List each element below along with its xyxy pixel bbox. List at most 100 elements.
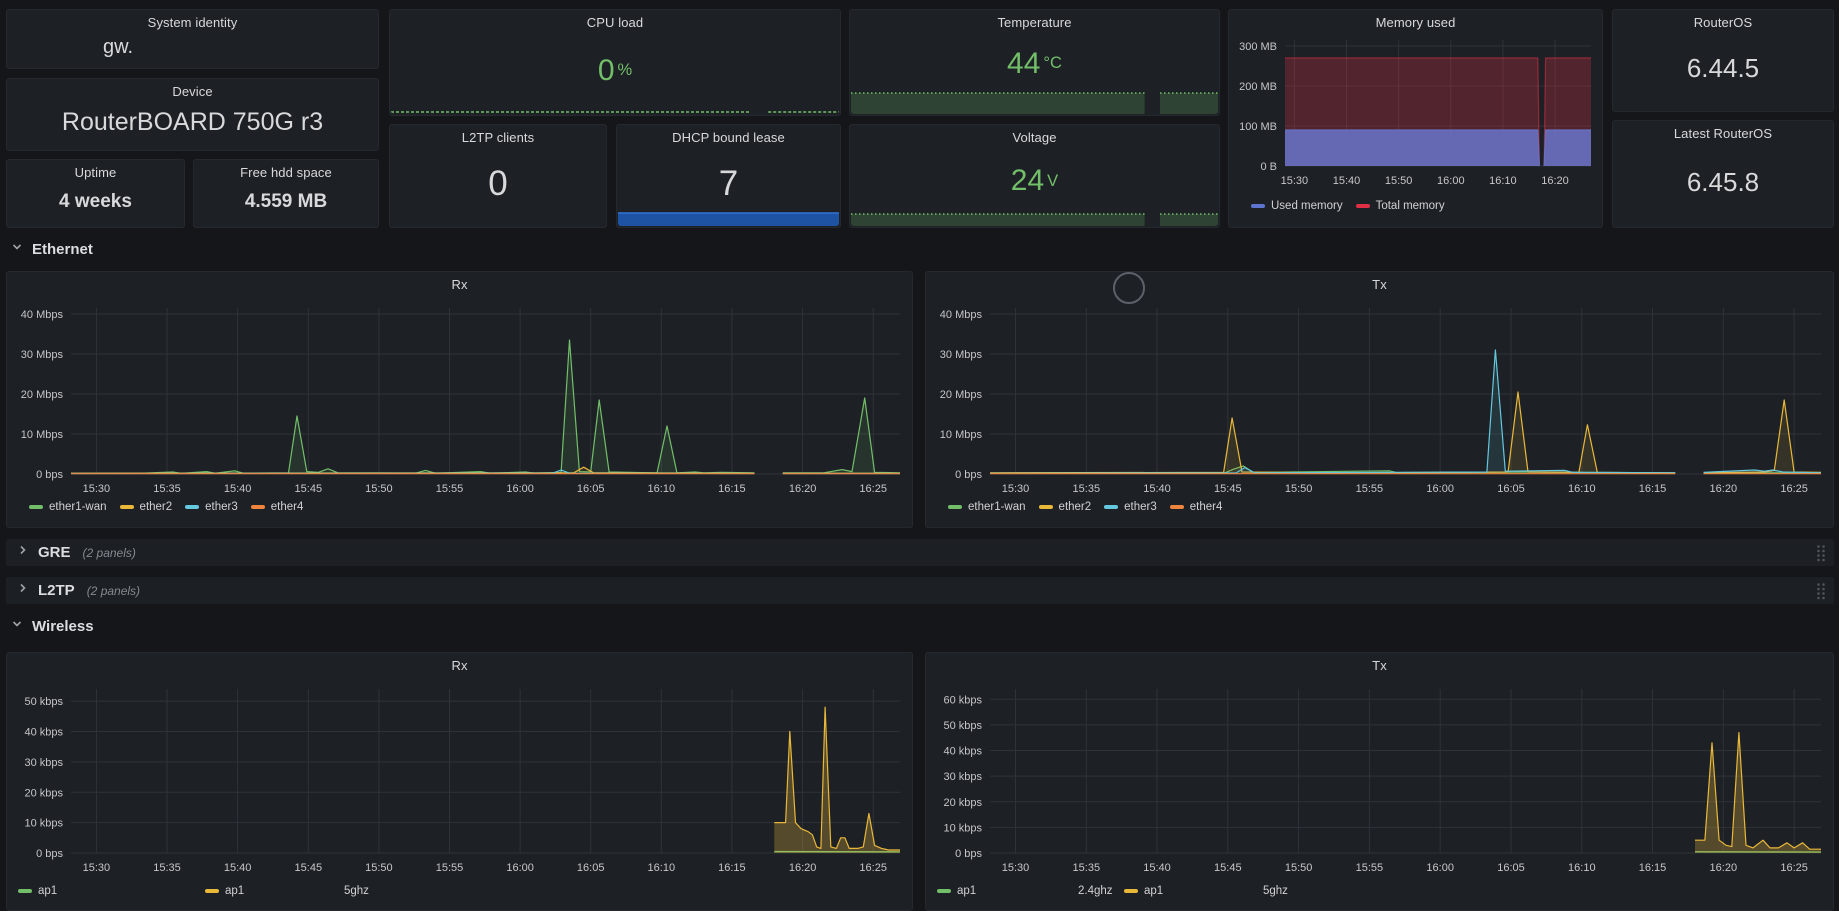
section-row-l2tp[interactable]: L2TP (2 panels) xyxy=(6,577,1834,604)
svg-text:16:20: 16:20 xyxy=(1541,175,1569,187)
svg-text:15:50: 15:50 xyxy=(365,862,393,874)
chevron-right-icon xyxy=(16,543,30,562)
panel-ethernet-rx: Rx 0 bps 10 Mbps 20 Mbps 30 Mbps 40 Mbps 15:3… xyxy=(6,271,913,528)
svg-text:15:35: 15:35 xyxy=(1073,483,1101,495)
svg-text:16:05: 16:05 xyxy=(1497,483,1525,495)
svg-text:16:05: 16:05 xyxy=(577,483,605,495)
svg-text:10 Mbps: 10 Mbps xyxy=(940,429,983,441)
svg-text:15:30: 15:30 xyxy=(1002,483,1030,495)
panel-device: Device RouterBOARD 750G r3 xyxy=(6,78,379,151)
panel-title-l2tp-clients[interactable]: L2TP clients xyxy=(390,130,606,145)
legend-item[interactable]: ether1-wan xyxy=(948,501,1026,513)
cpu-load-sparkline xyxy=(391,102,839,114)
panel-title-device[interactable]: Device xyxy=(7,84,378,99)
legend-item[interactable]: ap1 xyxy=(18,885,57,897)
legend-item[interactable]: ether4 xyxy=(1169,501,1222,513)
svg-text:0 B: 0 B xyxy=(1260,161,1277,173)
panel-title-latest-routeros[interactable]: Latest RouterOS xyxy=(1613,126,1833,141)
legend-item[interactable]: 5ghz xyxy=(1263,885,1288,897)
legend-item[interactable]: Total memory xyxy=(1355,200,1445,212)
svg-text:16:25: 16:25 xyxy=(859,862,887,874)
svg-text:15:45: 15:45 xyxy=(1214,483,1242,495)
svg-text:100 MB: 100 MB xyxy=(1239,121,1277,133)
svg-text:0 bps: 0 bps xyxy=(36,469,63,481)
section-label-wireless: Wireless xyxy=(32,618,94,635)
ethernet-rx-plot[interactable]: 0 bps 10 Mbps 20 Mbps 30 Mbps 40 Mbps 15:30 15… xyxy=(7,272,912,527)
row-drag-handle-icon[interactable] xyxy=(1816,582,1826,600)
legend-item[interactable]: ether3 xyxy=(185,501,238,513)
svg-text:16:00: 16:00 xyxy=(506,483,534,495)
svg-text:30 kbps: 30 kbps xyxy=(943,771,982,783)
svg-text:20 kbps: 20 kbps xyxy=(24,787,63,799)
chevron-down-icon xyxy=(10,617,24,636)
panel-loading-spinner-icon xyxy=(1113,272,1145,304)
legend-item[interactable]: ether2 xyxy=(1038,501,1091,513)
panel-title-cpu-load[interactable]: CPU load xyxy=(390,15,840,30)
svg-text:15:30: 15:30 xyxy=(83,483,111,495)
svg-text:0 bps: 0 bps xyxy=(955,469,982,481)
panel-temperature: Temperature 44 °C xyxy=(849,9,1220,116)
svg-text:16:20: 16:20 xyxy=(1710,862,1738,874)
temperature-sparkline xyxy=(851,91,1218,114)
legend-item[interactable]: ap1 xyxy=(205,885,244,897)
legend-item[interactable]: ether3 xyxy=(1104,501,1157,513)
legend-item[interactable]: 5ghz xyxy=(344,885,369,897)
memory-used-plot[interactable]: 0 B 100 MB 200 MB 300 MB 15:30 15:40 15:50 16:0… xyxy=(1229,10,1602,227)
svg-text:16:10: 16:10 xyxy=(1489,175,1517,187)
legend-item[interactable]: ether4 xyxy=(250,501,303,513)
legend-item[interactable]: Used memory xyxy=(1251,200,1343,212)
svg-text:16:15: 16:15 xyxy=(718,862,746,874)
l2tp-clients-value: 0 xyxy=(488,164,508,203)
svg-text:15:50: 15:50 xyxy=(365,483,393,495)
latest-routeros-value: 6.45.8 xyxy=(1686,166,1760,197)
svg-text:16:05: 16:05 xyxy=(1497,862,1525,874)
svg-text:40 Mbps: 40 Mbps xyxy=(21,309,64,321)
panel-title-temperature[interactable]: Temperature xyxy=(850,15,1219,30)
panel-title-uptime[interactable]: Uptime xyxy=(7,165,184,180)
section-label-l2tp: L2TP xyxy=(38,582,75,599)
panel-title-system-identity[interactable]: System identity xyxy=(7,15,378,30)
wireless-rx-plot[interactable]: 0 bps 10 kbps 20 kbps 30 kbps 40 kbps 50 kbps… xyxy=(7,653,912,910)
panel-wireless-rx: Rx 0 bps 10 kbps 20 kbps 30 kbps 40 kbps 50 k… xyxy=(6,652,913,911)
wireless-tx-plot[interactable]: 0 bps 10 kbps 20 kbps 30 kbps 40 kbps 50 kbps… xyxy=(926,653,1833,910)
svg-text:16:10: 16:10 xyxy=(648,862,676,874)
svg-text:16:00: 16:00 xyxy=(1426,483,1454,495)
panel-voltage: Voltage 24 V xyxy=(849,124,1220,228)
svg-text:16:00: 16:00 xyxy=(1426,862,1454,874)
panel-ethernet-tx: Tx 0 bps 10 Mbps 20 Mbps 30 Mbps 40 Mbps 15:3… xyxy=(925,271,1834,528)
svg-text:15:50: 15:50 xyxy=(1285,483,1313,495)
legend-item[interactable]: ap1 xyxy=(937,885,976,897)
section-header-wireless[interactable]: Wireless xyxy=(10,617,94,636)
row-drag-handle-icon[interactable] xyxy=(1816,544,1826,562)
chevron-down-icon xyxy=(10,240,24,259)
panel-title-free-hdd-space[interactable]: Free hdd space xyxy=(194,165,378,180)
svg-text:15:40: 15:40 xyxy=(1333,175,1361,187)
panel-title-routeros[interactable]: RouterOS xyxy=(1613,15,1833,30)
legend-item[interactable]: 2.4ghz xyxy=(1078,885,1113,897)
svg-text:15:40: 15:40 xyxy=(224,862,252,874)
svg-text:10 kbps: 10 kbps xyxy=(24,818,63,830)
panel-title-dhcp-bound-lease[interactable]: DHCP bound lease xyxy=(617,130,840,145)
svg-text:15:40: 15:40 xyxy=(1143,862,1171,874)
panel-wireless-tx: Tx 0 bps 10 kbps 20 kbps 30 kbps 40 kbps 50 k… xyxy=(925,652,1834,911)
section-header-ethernet[interactable]: Ethernet xyxy=(10,240,93,259)
l2tp-panel-count: (2 panels) xyxy=(86,583,141,598)
legend-item[interactable]: ether1-wan xyxy=(29,501,107,513)
svg-text:16:25: 16:25 xyxy=(859,483,887,495)
panel-uptime: Uptime 4 weeks xyxy=(6,159,185,228)
svg-text:40 Mbps: 40 Mbps xyxy=(940,309,983,321)
gre-panel-count: (2 panels) xyxy=(82,545,136,560)
panel-title-voltage[interactable]: Voltage xyxy=(850,130,1219,145)
ethernet-tx-plot[interactable]: 0 bps 10 Mbps 20 Mbps 30 Mbps 40 Mbps 15:30 15… xyxy=(926,272,1833,527)
svg-text:16:05: 16:05 xyxy=(577,862,605,874)
panel-routeros: RouterOS 6.44.5 xyxy=(1612,9,1834,112)
svg-text:16:10: 16:10 xyxy=(1568,862,1596,874)
panel-system-identity: System identity gw. xyxy=(6,9,379,69)
dhcp-bound-lease-sparkline xyxy=(618,211,839,226)
system-identity-value: gw. xyxy=(103,35,134,58)
legend-item[interactable]: ap1 xyxy=(1124,885,1163,897)
svg-text:16:25: 16:25 xyxy=(1780,483,1808,495)
legend-item[interactable]: ether2 xyxy=(119,501,172,513)
section-row-gre[interactable]: GRE (2 panels) xyxy=(6,539,1834,566)
section-label-ethernet: Ethernet xyxy=(32,241,93,258)
